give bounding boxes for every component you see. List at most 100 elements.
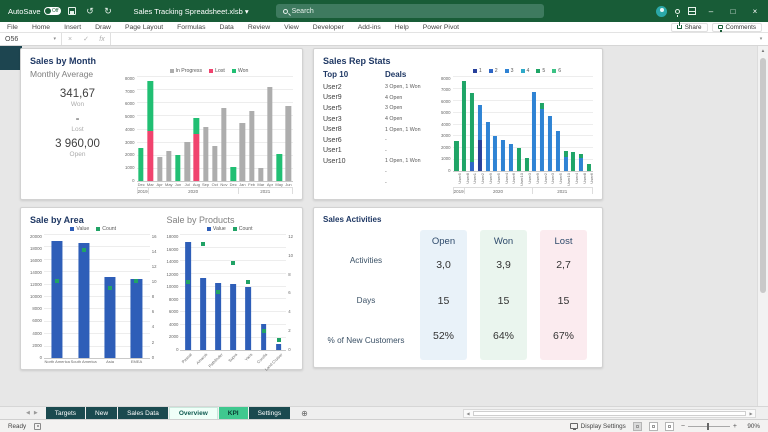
formula-input[interactable]: [110, 33, 754, 45]
ribbon-tab-data[interactable]: Data: [212, 22, 240, 32]
chart-bar: [531, 76, 539, 171]
chart-bar: [192, 76, 201, 181]
document-title[interactable]: Sales Tracking Spreadsheet.xlsb ▾: [134, 7, 249, 16]
chart-bar: [275, 76, 284, 181]
ribbon-tab-formulas[interactable]: Formulas: [170, 22, 212, 32]
ribbon-tab-home[interactable]: Home: [25, 22, 57, 32]
page-break-view-button[interactable]: [664, 421, 674, 431]
scroll-right-icon[interactable]: ▶: [747, 411, 755, 416]
monthly-average-label: Monthly Average: [30, 69, 94, 79]
chart-bar: [468, 76, 476, 171]
enter-button[interactable]: ✓: [78, 33, 94, 45]
chart-bar: [211, 234, 226, 350]
worksheet-area[interactable]: Sales by Month Monthly Average 341,67 Won…: [0, 46, 768, 406]
ribbon-tab-draw[interactable]: Draw: [88, 22, 118, 32]
account-avatar[interactable]: [656, 5, 667, 17]
table-row: User3 4 Open: [323, 115, 403, 123]
ribbon-tab-page-layout[interactable]: Page Layout: [118, 22, 170, 32]
minimize-button[interactable]: –: [704, 7, 718, 16]
sheet-tab-overview[interactable]: Overview: [168, 407, 218, 419]
page-layout-view-button[interactable]: [648, 421, 658, 431]
formula-bar: O56 ▾ × ✓ fx ▾: [0, 33, 768, 46]
horizontal-scrollbar[interactable]: ◀ ▶: [463, 409, 756, 418]
zoom-in-button[interactable]: +: [733, 423, 737, 430]
chart-bar: [238, 76, 247, 181]
cancel-button[interactable]: ×: [62, 33, 78, 45]
vertical-scroll-thumb[interactable]: [760, 58, 766, 293]
ribbon-display-options-icon[interactable]: [688, 7, 696, 15]
restore-button[interactable]: □: [726, 7, 740, 16]
ribbon-tab-review[interactable]: Review: [241, 22, 277, 32]
ribbon-tab-file[interactable]: File: [0, 22, 25, 32]
top10-header: Top 10: [323, 70, 349, 79]
sales-by-month-title: Sales by Month: [30, 56, 97, 66]
autosave-toggle[interactable]: AutoSave Off: [4, 7, 61, 16]
chart-bar: [523, 76, 531, 171]
chart-bar: [146, 76, 155, 181]
sales-rep-stats-title: Sales Rep Stats: [323, 56, 391, 66]
redo-button[interactable]: ↻: [102, 5, 115, 18]
chart-bar: [484, 76, 492, 171]
chart-bar: [123, 234, 149, 358]
share-button[interactable]: Share: [670, 22, 708, 32]
zoom-slider-thumb[interactable]: [706, 422, 709, 430]
table-row: User10 1 Open, 1 Won: [323, 157, 421, 165]
chart-bar: [499, 76, 507, 171]
autosave-state: Off: [51, 8, 59, 14]
ribbon-tab-power-pivot[interactable]: Power Pivot: [416, 22, 466, 32]
ribbon-tab-developer[interactable]: Developer: [306, 22, 351, 32]
ribbon-tab-view[interactable]: View: [277, 22, 306, 32]
autosave-label: AutoSave: [8, 6, 41, 16]
ribbon-tab-add-ins[interactable]: Add-ins: [351, 22, 388, 32]
add-sheet-button[interactable]: ⊕: [291, 407, 318, 419]
sales-activities-title: Sales Activities: [323, 215, 382, 224]
sales-rep-stats-card: Sales Rep Stats Top 10 Deals User2 3 Open…: [313, 48, 603, 200]
zoom-level[interactable]: 90%: [744, 423, 760, 430]
lightbulb-icon[interactable]: [675, 8, 680, 17]
vertical-scrollbar[interactable]: ▲: [757, 46, 768, 406]
search-input[interactable]: Search: [275, 4, 544, 18]
status-bar: Ready Display Settings − + 90%: [0, 419, 768, 432]
close-button[interactable]: ×: [748, 7, 762, 16]
horizontal-scroll-thumb[interactable]: [473, 411, 746, 416]
sheet-nav-left-icon[interactable]: ◀: [26, 410, 30, 416]
chart-bar: [173, 76, 182, 181]
sales-rep-chart[interactable]: 1 2 3 4 5 6 8000 7000 6000 5000 4000 3000 2000 1000 0 U…: [441, 67, 594, 194]
ribbon-tab-help[interactable]: Help: [388, 22, 416, 32]
sheet-nav-right-icon[interactable]: ▶: [34, 410, 38, 416]
sheet-tab-kpi[interactable]: KPI: [218, 407, 248, 419]
zoom-out-button[interactable]: −: [681, 423, 685, 430]
sheet-tab-sales-data[interactable]: Sales Data: [118, 407, 168, 419]
sale-by-area-chart[interactable]: Value Count 20000 18000 16000 14000 12000 10000…: [30, 225, 157, 364]
namebox-dropdown-icon[interactable]: ▾: [53, 36, 56, 42]
insert-function-button[interactable]: fx: [94, 33, 110, 45]
name-box[interactable]: O56 ▾: [0, 33, 62, 45]
chart-bar: [155, 76, 164, 181]
scroll-left-icon[interactable]: ◀: [464, 411, 472, 416]
sheet-tab-new[interactable]: New: [86, 407, 118, 419]
activities-row-labels: Activities Days% of New Customers: [327, 256, 405, 345]
scroll-up-icon[interactable]: ▲: [758, 46, 768, 53]
comments-button[interactable]: Comments: [711, 22, 762, 32]
title-bar: AutoSave Off ↺ ↻ Sales Tracking Spreadsh…: [0, 0, 768, 22]
sheet-tab-targets[interactable]: Targets: [45, 407, 86, 419]
sheet-tab-settings[interactable]: Settings: [248, 407, 291, 419]
sales-by-month-chart[interactable]: In Progress Lost Won 8000 7000 6000 5000 4000 30…: [125, 67, 293, 194]
title-caret-icon: ▾: [244, 6, 249, 16]
top10-deals-table: Top 10 Deals User2 3 Open, 1 Won User9 4 Op…: [323, 67, 441, 194]
normal-view-button[interactable]: [632, 421, 642, 431]
undo-button[interactable]: ↺: [84, 5, 97, 18]
display-settings-button[interactable]: Display Settings: [569, 423, 626, 430]
chart-bar: [554, 76, 562, 171]
autosave-toggle-pill[interactable]: Off: [43, 7, 61, 15]
chart-bar: [226, 234, 241, 350]
ready-status: Ready: [8, 422, 27, 430]
formula-bar-expand-icon[interactable]: ▾: [754, 33, 768, 45]
table-row: User6-: [323, 136, 387, 144]
zoom-slider[interactable]: [687, 422, 730, 430]
ribbon-tab-insert[interactable]: Insert: [57, 22, 88, 32]
accessibility-icon[interactable]: [34, 422, 42, 430]
sale-by-products-chart[interactable]: Value Count 18000 16000 14000 12000 10000 8000 6…: [167, 225, 294, 372]
comments-icon: [717, 25, 723, 32]
save-button[interactable]: [66, 5, 79, 18]
